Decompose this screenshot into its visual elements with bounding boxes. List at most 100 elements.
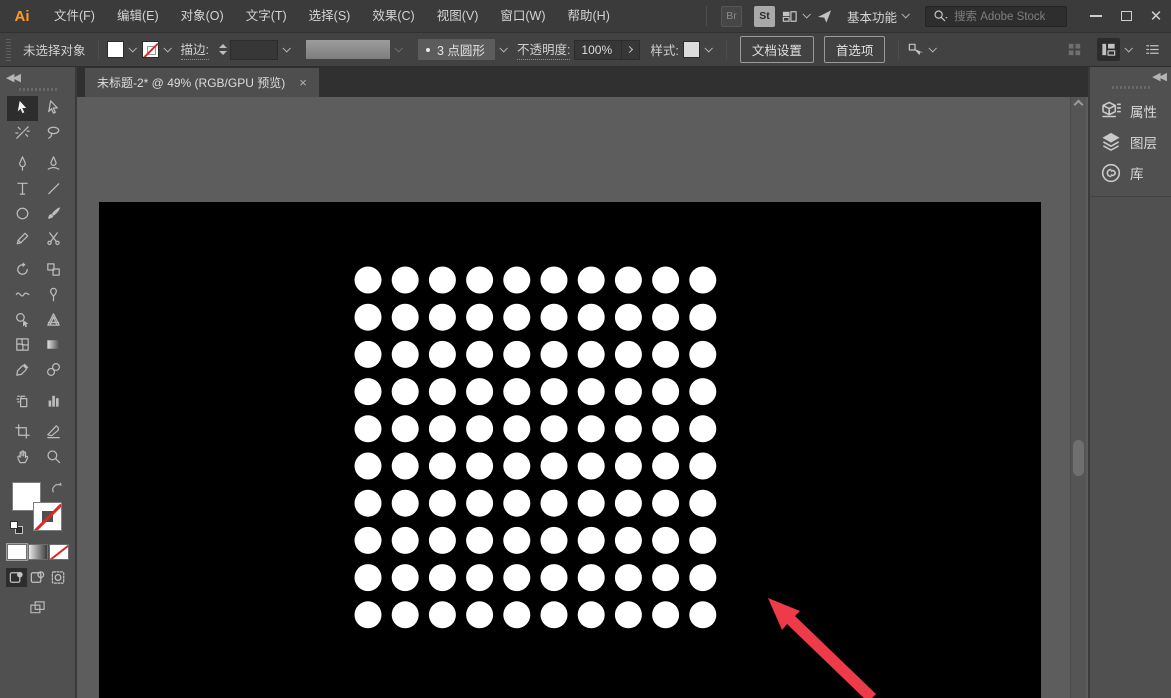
none-button[interactable]: [49, 544, 69, 560]
tool-paintbrush[interactable]: [38, 202, 69, 227]
dock-item-properties[interactable]: 属性: [1100, 100, 1171, 122]
tool-artboard[interactable]: [7, 420, 38, 445]
collapse-tools-icon[interactable]: ◀◀: [6, 71, 19, 84]
fill-color-swatch[interactable]: [107, 41, 124, 58]
tool-width[interactable]: [7, 283, 38, 308]
menu-item-4[interactable]: 选择(S): [299, 0, 361, 32]
tool-lasso[interactable]: [38, 121, 69, 146]
menu-item-0[interactable]: 文件(F): [44, 0, 105, 32]
width-profile-dropdown[interactable]: [306, 40, 390, 59]
tool-shape-builder[interactable]: [7, 308, 38, 333]
swap-fill-stroke-icon[interactable]: [49, 480, 66, 497]
draw-inside-button[interactable]: [48, 568, 69, 587]
vertical-scrollbar[interactable]: [1070, 97, 1086, 698]
arrange-documents-chevron-icon[interactable]: [802, 10, 810, 18]
scissors-tool-icon: [45, 230, 62, 250]
tool-direct-selection[interactable]: [38, 96, 69, 121]
workspace-switcher[interactable]: 基本功能: [847, 7, 915, 26]
tool-pencil[interactable]: [7, 227, 38, 252]
menu-item-7[interactable]: 窗口(W): [490, 0, 555, 32]
maximize-button[interactable]: [1111, 3, 1141, 29]
tool-selection[interactable]: [7, 96, 38, 121]
document-tab[interactable]: 未标题-2* @ 49% (RGB/GPU 预览) ×: [85, 68, 319, 97]
dock-item-libraries[interactable]: 库: [1100, 162, 1171, 184]
stroke-color-swatch[interactable]: [142, 41, 159, 58]
opacity-expand-button[interactable]: [622, 40, 640, 60]
bridge-button[interactable]: Br: [721, 6, 742, 27]
tool-eyedropper[interactable]: [7, 358, 38, 383]
tool-ellipse[interactable]: [7, 202, 38, 227]
menu-item-1[interactable]: 编辑(E): [107, 0, 169, 32]
stroke-chevron-icon[interactable]: [163, 44, 171, 52]
tool-blend[interactable]: [38, 358, 69, 383]
libraries-icon: [1100, 162, 1122, 184]
scrollbar-thumb[interactable]: [1073, 440, 1084, 476]
brush-definition-dropdown[interactable]: 3 点圆形: [418, 39, 495, 60]
tool-perspective-grid[interactable]: [38, 308, 69, 333]
control-panel-menu-icon[interactable]: [1144, 41, 1161, 58]
gradient-button[interactable]: [28, 544, 48, 560]
tool-pen[interactable]: [7, 152, 38, 177]
brush-chevron-icon[interactable]: [499, 44, 507, 52]
tool-curvature[interactable]: [38, 152, 69, 177]
panel-dock-chevron-icon[interactable]: [1124, 44, 1132, 52]
preferences-button[interactable]: 首选项: [824, 36, 886, 63]
divider: [898, 40, 899, 60]
arrange-documents-icon[interactable]: [781, 8, 798, 25]
tool-type[interactable]: [7, 177, 38, 202]
tool-scale[interactable]: [38, 258, 69, 283]
stroke-weight-stepper[interactable]: [219, 44, 227, 55]
opacity-label[interactable]: 不透明度:: [517, 39, 570, 60]
controlbar-grip[interactable]: [6, 39, 11, 61]
tool-slice[interactable]: [38, 420, 69, 445]
tools-grip[interactable]: [19, 88, 57, 91]
tool-line-segment[interactable]: [38, 177, 69, 202]
scroll-up-icon[interactable]: [1074, 100, 1084, 110]
draw-normal-button[interactable]: [6, 568, 27, 587]
panel-dock-button[interactable]: [1097, 38, 1120, 61]
stock-button[interactable]: St: [754, 6, 775, 27]
tool-gradient[interactable]: [38, 333, 69, 358]
stroke-weight-label[interactable]: 描边:: [181, 39, 209, 60]
fill-chevron-icon[interactable]: [128, 44, 136, 52]
share-icon[interactable]: [816, 8, 833, 25]
tool-mesh[interactable]: [7, 333, 38, 358]
opacity-field[interactable]: 100%: [574, 40, 622, 60]
document-setup-button[interactable]: 文档设置: [740, 36, 814, 63]
draw-behind-button[interactable]: [27, 568, 48, 587]
color-button[interactable]: [7, 544, 27, 560]
tool-puppet-warp[interactable]: [38, 283, 69, 308]
style-swatch[interactable]: [683, 41, 700, 58]
close-button[interactable]: ✕: [1141, 3, 1171, 29]
minimize-button[interactable]: [1081, 3, 1111, 29]
dot-grid-artwork[interactable]: [99, 202, 1041, 698]
stroke-weight-field[interactable]: [230, 40, 278, 60]
collapse-dock-icon[interactable]: ◀◀: [1152, 70, 1165, 83]
tool-symbol-sprayer[interactable]: [7, 389, 38, 414]
menu-item-8[interactable]: 帮助(H): [558, 0, 620, 32]
menu-item-2[interactable]: 对象(O): [171, 0, 234, 32]
tool-zoom[interactable]: [38, 445, 69, 470]
canvas[interactable]: [77, 97, 1088, 698]
style-chevron-icon[interactable]: [704, 44, 712, 52]
tool-scissors[interactable]: [38, 227, 69, 252]
tool-rotate[interactable]: [7, 258, 38, 283]
tool-hand[interactable]: [7, 445, 38, 470]
dock-item-layers[interactable]: 图层: [1100, 131, 1171, 153]
artboard[interactable]: [99, 202, 1041, 698]
stroke-weight-chevron-icon[interactable]: [282, 44, 290, 52]
stroke-swatch[interactable]: [33, 502, 62, 531]
select-similar-chevron-icon[interactable]: [929, 44, 937, 52]
select-similar-icon[interactable]: [907, 41, 924, 58]
tool-column-graph[interactable]: [38, 389, 69, 414]
menu-item-6[interactable]: 视图(V): [427, 0, 489, 32]
default-fill-stroke-icon[interactable]: [10, 521, 23, 534]
direct-selection-tool-icon: [45, 99, 62, 119]
menu-item-3[interactable]: 文字(T): [236, 0, 297, 32]
dock-grip[interactable]: [1112, 86, 1150, 89]
tab-close-icon[interactable]: ×: [299, 75, 307, 90]
screen-mode-button[interactable]: [29, 599, 46, 616]
menu-item-5[interactable]: 效果(C): [362, 0, 424, 32]
adobe-stock-search-input[interactable]: 搜索 Adobe Stock: [925, 6, 1067, 27]
tool-magic-wand[interactable]: [7, 121, 38, 146]
